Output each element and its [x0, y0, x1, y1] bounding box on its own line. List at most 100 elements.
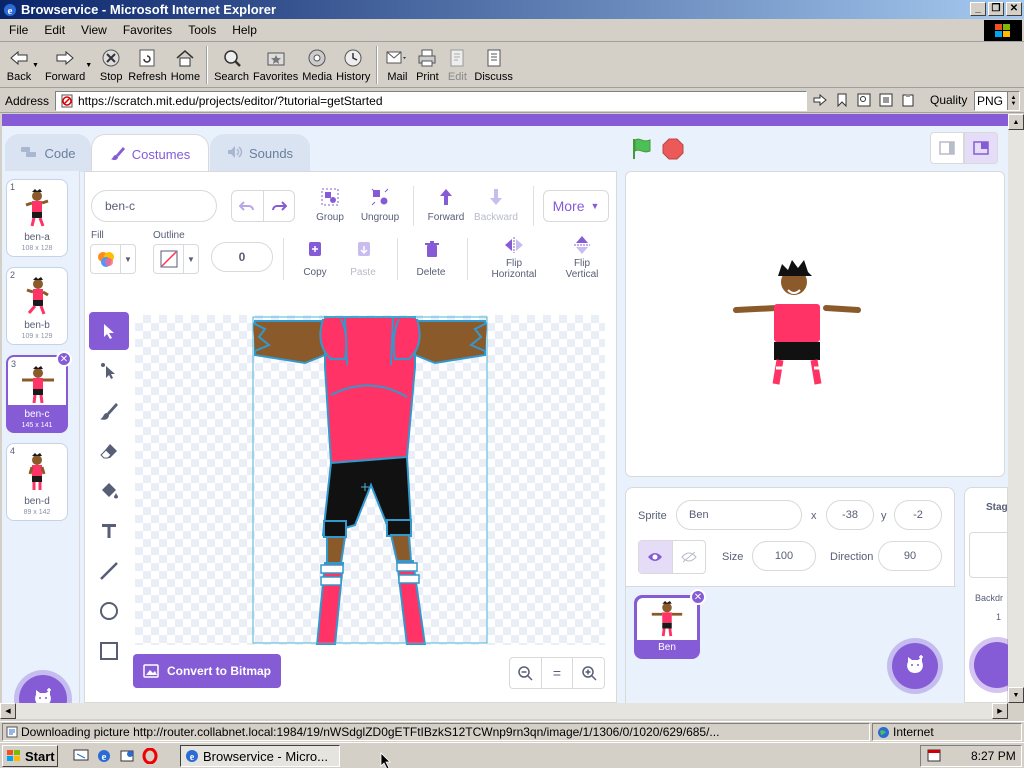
flip-horizontal-label-2[interactable]: Horizontal [481, 269, 547, 280]
large-stage-button[interactable] [964, 132, 998, 164]
direction-input[interactable]: 90 [878, 541, 942, 571]
clipboard-icon[interactable] [900, 92, 916, 108]
more-button[interactable]: More ▼ [543, 190, 609, 222]
mail-button[interactable]: Mail [382, 44, 412, 87]
menu-tools[interactable]: Tools [180, 23, 224, 37]
paste-icon[interactable] [353, 238, 375, 260]
costume-name-input[interactable]: ben-c [91, 190, 217, 222]
convert-to-bitmap-button[interactable]: Convert to Bitmap [133, 654, 281, 688]
scroll-up-icon[interactable]: ▲ [1008, 114, 1024, 130]
clock[interactable]: 8:27 PM [971, 749, 1016, 763]
menu-file[interactable]: File [0, 23, 36, 37]
costume-item-ben-a[interactable]: 1 ben-a 108 x 128 [6, 179, 68, 257]
zoom-in-button[interactable] [573, 658, 604, 688]
go-arrow-icon[interactable] [812, 92, 828, 108]
eraser-tool[interactable] [89, 432, 129, 470]
stop-sign-icon[interactable] [662, 138, 684, 163]
taskbar-ie-window[interactable]: e Browservice - Micro... [180, 745, 340, 767]
back-button[interactable]: Back [4, 44, 34, 87]
reshape-tool[interactable] [89, 352, 129, 390]
size-input[interactable]: 100 [752, 541, 816, 571]
address-input[interactable]: https://scratch.mit.edu/projects/editor/… [55, 91, 807, 111]
home-button[interactable]: Home [169, 44, 202, 87]
group-label[interactable]: Group [309, 212, 351, 223]
sprite-tile-ben[interactable]: Ben ✕ [634, 589, 706, 659]
bookmark-icon[interactable] [834, 92, 850, 108]
flip-vertical-label-1[interactable]: Flip [555, 258, 609, 269]
zoom-icon[interactable] [878, 92, 894, 108]
menu-view[interactable]: View [73, 23, 115, 37]
stage-canvas[interactable] [625, 171, 1005, 477]
costume-item-ben-d[interactable]: 4 ben-d 89 x 142 [6, 443, 68, 521]
rectangle-tool[interactable] [89, 632, 129, 670]
redo-button[interactable] [264, 191, 295, 221]
flip-horizontal-icon[interactable] [503, 234, 525, 256]
forward-layer-label[interactable]: Forward [423, 212, 469, 223]
group-icon[interactable] [319, 186, 341, 208]
tab-code[interactable]: Code [5, 134, 91, 172]
choose-sprite-button[interactable] [892, 643, 938, 689]
zoom-reset-button[interactable]: = [542, 658, 574, 688]
quality-spinner-icon[interactable]: ▲ ▼ [1007, 92, 1019, 110]
print-button[interactable]: Print [412, 44, 442, 87]
x-input[interactable]: -38 [826, 500, 874, 530]
text-tool[interactable] [89, 512, 129, 550]
scroll-right-icon[interactable]: ▶ [992, 703, 1008, 719]
scroll-down-icon[interactable]: ▼ [1008, 687, 1024, 703]
menu-favorites[interactable]: Favorites [115, 23, 180, 37]
opera-icon[interactable] [141, 747, 159, 765]
flip-vertical-icon[interactable] [571, 234, 593, 256]
fill-color-picker[interactable]: ▼ [90, 244, 136, 274]
tab-sounds[interactable]: Sounds [210, 134, 310, 172]
maximize-button[interactable]: ❐ [988, 2, 1004, 16]
refresh-button[interactable]: Refresh [126, 44, 169, 87]
trash-icon[interactable] [421, 238, 443, 260]
menu-edit[interactable]: Edit [36, 23, 73, 37]
find-icon[interactable] [856, 92, 872, 108]
hide-sprite-button[interactable] [673, 541, 706, 573]
show-sprite-button[interactable] [639, 541, 673, 573]
flip-horizontal-label-1[interactable]: Flip [481, 258, 547, 269]
page-horizontal-scrollbar[interactable]: ◀ ▶ [0, 703, 1008, 719]
paint-canvas[interactable] [135, 315, 605, 645]
close-button[interactable]: ✕ [1006, 2, 1022, 16]
start-button[interactable]: Start [2, 745, 58, 767]
minimize-button[interactable]: _ [970, 2, 986, 16]
edit-button[interactable]: Edit [442, 44, 472, 87]
fill-tool[interactable] [89, 472, 129, 510]
copy-label[interactable]: Copy [293, 267, 337, 278]
backward-layer-icon[interactable] [485, 186, 507, 208]
scroll-left-icon[interactable]: ◀ [0, 703, 16, 719]
green-flag-icon[interactable] [630, 137, 654, 164]
copy-icon[interactable] [304, 238, 326, 260]
back-dropdown-icon[interactable]: ▼ [32, 62, 39, 69]
select-tool[interactable] [89, 312, 129, 350]
delete-costume-icon[interactable]: ✕ [56, 351, 72, 367]
forward-layer-icon[interactable] [435, 186, 457, 208]
forward-button[interactable]: Forward [43, 44, 87, 87]
tray-calendar-icon[interactable] [927, 748, 941, 765]
delete-sprite-icon[interactable]: ✕ [690, 589, 706, 605]
zoom-out-button[interactable] [510, 658, 542, 688]
undo-button[interactable] [232, 191, 264, 221]
backward-layer-label[interactable]: Backward [471, 212, 521, 223]
delete-label[interactable]: Delete [409, 267, 453, 278]
search-button[interactable]: Search [212, 44, 251, 87]
paste-label[interactable]: Paste [341, 267, 385, 278]
ie-quick-launch-icon[interactable]: e [95, 747, 113, 765]
discuss-button[interactable]: Discuss [472, 44, 515, 87]
y-input[interactable]: -2 [894, 500, 942, 530]
forward-dropdown-icon[interactable]: ▼ [85, 62, 92, 69]
show-desktop-icon[interactable] [72, 747, 90, 765]
costume-item-ben-c[interactable]: 3 ben-c 145 x 141 ✕ [6, 351, 72, 433]
quality-select[interactable]: PNG ▲ ▼ [974, 91, 1020, 111]
choose-costume-button[interactable] [19, 675, 67, 703]
small-stage-button[interactable] [930, 132, 964, 164]
menu-help[interactable]: Help [224, 23, 265, 37]
sprite-name-input[interactable]: Ben [676, 500, 802, 530]
outlook-icon[interactable] [118, 747, 136, 765]
ungroup-label[interactable]: Ungroup [355, 212, 405, 223]
line-tool[interactable] [89, 552, 129, 590]
media-button[interactable]: Media [300, 44, 334, 87]
history-button[interactable]: History [334, 44, 372, 87]
